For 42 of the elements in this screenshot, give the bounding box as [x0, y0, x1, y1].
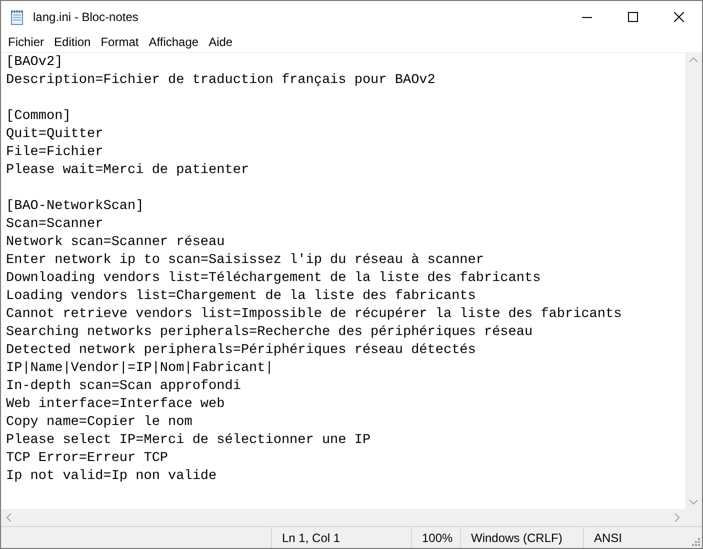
- close-icon: [674, 12, 684, 22]
- text-line: Searching networks peripherals=Recherche des périphériques réseau: [6, 324, 533, 342]
- menu-item[interactable]: Edition: [49, 32, 96, 52]
- text-line: Please wait=Merci de patienter: [6, 162, 250, 180]
- resize-grip-icon[interactable]: [692, 538, 700, 546]
- text-line: Detected network peripherals=Périphériques réseau détectés: [6, 342, 476, 360]
- text-line: IP|Name|Vendor|=IP|Nom|Fabricant|: [6, 360, 274, 378]
- text-line: Loading vendors list=Chargement de la liste des fabricants: [6, 288, 476, 306]
- text-line: [Common]: [6, 108, 71, 126]
- text-line: Description=Fichier de traduction français pour BAOv2: [6, 72, 436, 90]
- status-field: Windows (CRLF): [460, 527, 583, 548]
- scroll-up-icon: [689, 57, 698, 63]
- text-line: Ip not valid=Ip non valide: [6, 468, 217, 486]
- status-field: Ln 1, Col 1: [271, 527, 411, 548]
- text-line: [BAO-NetworkScan]: [6, 198, 144, 216]
- text-line: Copy name=Copier le nom: [6, 414, 192, 432]
- vertical-scrollbar[interactable]: [685, 53, 702, 509]
- menu-item[interactable]: Aide: [204, 32, 238, 52]
- text-line: Please select IP=Merci de sélectionner une IP: [6, 432, 371, 450]
- menu-item[interactable]: Fichier: [3, 32, 50, 52]
- status-field: 100%: [411, 527, 460, 548]
- menu-item[interactable]: Format: [96, 32, 144, 52]
- text-line: In-depth scan=Scan approfondi: [6, 378, 241, 396]
- notepad-icon: [9, 8, 25, 24]
- text-line: Network scan=Scanner réseau: [6, 234, 225, 252]
- text-line: Web interface=Interface web: [6, 396, 225, 414]
- window-title: lang.ini - Bloc-notes: [33, 8, 138, 26]
- text-line: Quit=Quitter: [6, 126, 104, 144]
- scroll-down-icon: [689, 499, 698, 505]
- text-line: Enter network ip to scan=Saisissez l'ip du réseau à scanner: [6, 252, 484, 270]
- text-line: File=Fichier: [6, 144, 104, 162]
- text-line: Scan=Scanner: [6, 216, 104, 234]
- status-field: ANSI: [583, 527, 683, 548]
- horizontal-scrollbar[interactable]: [1, 509, 685, 526]
- maximize-icon: [628, 12, 638, 22]
- text-line: Downloading vendors list=Téléchargement de la liste des fabricants: [6, 270, 541, 288]
- scroll-right-icon: [674, 513, 680, 522]
- menu-item[interactable]: Affichage: [144, 32, 204, 52]
- text-line: Cannot retrieve vendors list=Impossible de récupérer la liste des fabricants: [6, 306, 622, 324]
- text-line: TCP Error=Erreur TCP: [6, 450, 168, 468]
- text-line: [BAOv2]: [6, 54, 63, 72]
- scroll-left-icon: [6, 513, 12, 522]
